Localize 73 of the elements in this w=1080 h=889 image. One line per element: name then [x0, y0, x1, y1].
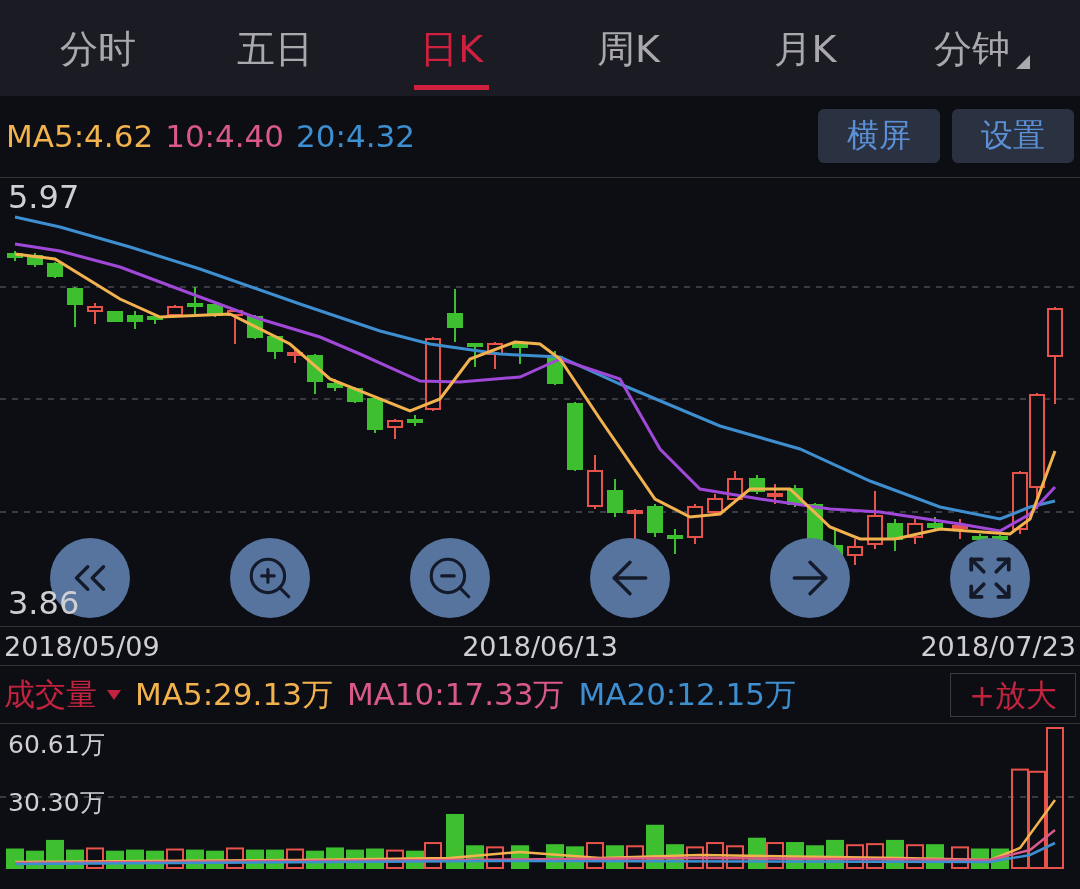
candlestick	[887, 518, 903, 553]
candlestick	[107, 310, 123, 324]
date-label: 2018/05/09	[4, 630, 160, 662]
candlestick	[749, 474, 765, 496]
candlestick	[952, 518, 968, 541]
volume-bar	[86, 847, 104, 869]
chart-tab[interactable]: 分钟	[927, 13, 1036, 90]
volume-average-value: MA5:29.13万	[135, 674, 333, 714]
candlestick	[647, 503, 663, 539]
candlestick	[467, 342, 483, 369]
candlestick	[307, 353, 323, 396]
volume-bar	[226, 847, 244, 869]
candlestick	[267, 334, 283, 361]
chart-option-button[interactable]: 横屏	[818, 109, 940, 164]
candlestick	[687, 503, 703, 546]
candlestick	[47, 261, 63, 280]
volume-mid-label: 30.30万	[8, 787, 105, 819]
date-label: 2018/06/13	[462, 630, 618, 662]
volume-bar	[951, 846, 969, 869]
chart-tab[interactable]: 月K	[767, 13, 843, 90]
moving-average-value: 10:4.40	[165, 118, 285, 155]
volume-bar	[866, 843, 884, 869]
candlestick	[327, 378, 343, 393]
volume-bar	[486, 846, 504, 869]
chart-tab[interactable]: 周K	[590, 13, 666, 90]
price-max-label: 5.97	[8, 178, 80, 217]
candlestick	[227, 308, 243, 346]
candlestick	[27, 252, 43, 269]
candlestick	[147, 313, 163, 326]
candlestick	[667, 528, 683, 556]
candlestick	[512, 341, 528, 366]
candlestick	[407, 414, 423, 428]
date-label: 2018/07/23	[920, 630, 1076, 662]
candlestick	[187, 286, 203, 316]
chart-option-button[interactable]: 设置	[952, 109, 1074, 164]
candlestick	[127, 310, 143, 331]
candlestick	[387, 418, 403, 441]
volume-bar	[766, 842, 784, 869]
volume-bar	[386, 849, 404, 869]
chart-tab[interactable]: 五日	[231, 13, 319, 90]
volume-bar	[846, 844, 864, 869]
candlestick	[87, 302, 103, 326]
candlestick	[67, 286, 83, 329]
volume-bar	[726, 845, 744, 869]
candlestick	[367, 396, 383, 435]
volume-bar	[686, 846, 704, 869]
chart-tab[interactable]: 分时	[54, 13, 143, 90]
volume-bar	[286, 848, 304, 869]
moving-average-value: 20:4.32	[296, 118, 415, 155]
volume-bar	[706, 842, 724, 869]
candlestick	[847, 538, 863, 567]
volume-bar	[626, 845, 644, 869]
volume-average-value: MA10:17.33万	[346, 674, 565, 714]
volume-bar	[424, 842, 442, 869]
caret-down-icon[interactable]	[107, 689, 121, 700]
candlestick	[567, 401, 583, 473]
candlestick	[487, 341, 503, 371]
candlestick	[447, 288, 463, 344]
volume-average-value: MA20:12.15万	[578, 674, 797, 714]
volume-bar	[446, 813, 464, 869]
candlestick	[767, 483, 783, 506]
moving-average-value: MA5:4.62	[6, 118, 154, 155]
candlestick	[207, 302, 223, 319]
volume-bar	[586, 842, 604, 869]
volume-bar	[166, 848, 184, 869]
candlestick	[287, 348, 303, 365]
volume-max-label: 60.61万	[8, 729, 105, 761]
volume-bar	[6, 848, 24, 869]
candlestick	[587, 454, 603, 511]
candlestick	[907, 518, 923, 546]
candlestick	[607, 478, 623, 519]
candlestick	[867, 490, 883, 551]
volume-bar	[906, 844, 924, 869]
